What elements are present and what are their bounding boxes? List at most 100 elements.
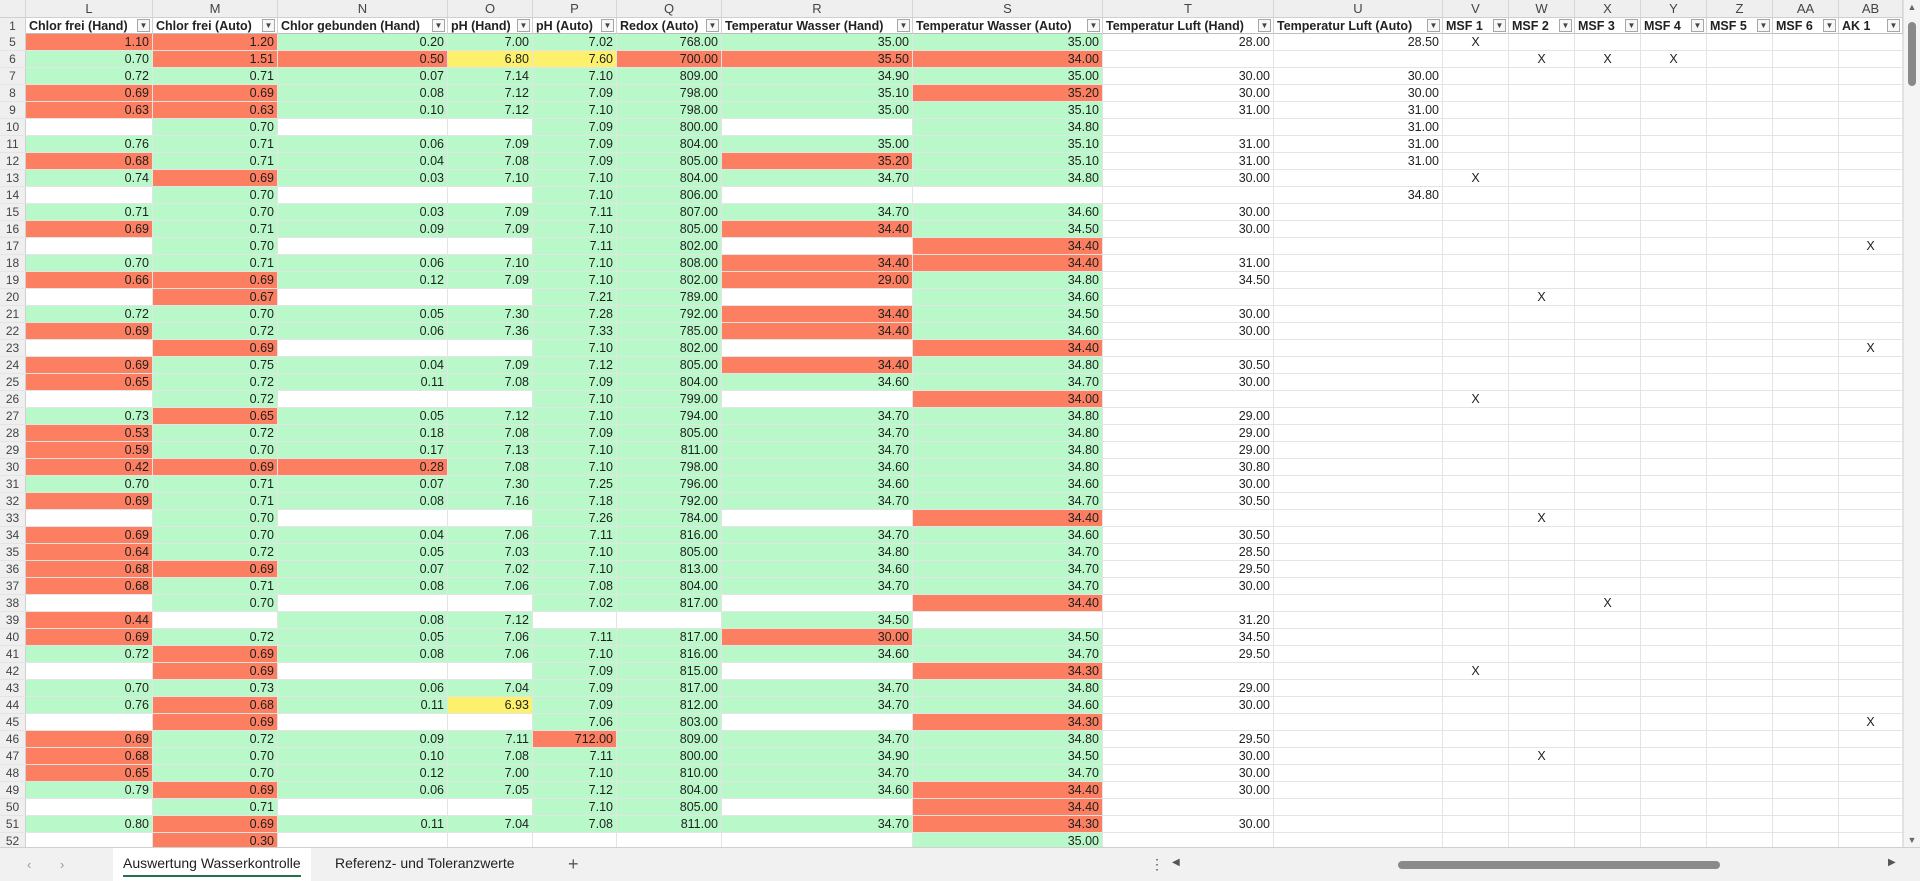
cell[interactable]: 6.93 <box>448 697 533 713</box>
cell[interactable] <box>1509 255 1575 271</box>
cell[interactable]: 805.00 <box>617 153 722 169</box>
cell[interactable] <box>1707 765 1773 781</box>
cell[interactable] <box>722 833 913 847</box>
cell[interactable] <box>1575 170 1641 186</box>
cell[interactable]: 0.08 <box>278 612 448 628</box>
cell[interactable]: 0.11 <box>278 697 448 713</box>
cell[interactable]: 0.69 <box>26 323 153 339</box>
cell[interactable]: 0.50 <box>278 51 448 67</box>
cell[interactable] <box>1773 425 1839 441</box>
cell[interactable] <box>1773 187 1839 203</box>
cell[interactable] <box>1773 442 1839 458</box>
cell[interactable]: 30.80 <box>1103 459 1274 475</box>
row-number[interactable]: 9 <box>0 102 26 118</box>
cell[interactable]: 0.08 <box>278 646 448 662</box>
cell[interactable] <box>1839 646 1903 662</box>
cell[interactable] <box>1443 612 1509 628</box>
filter-dropdown-icon[interactable]: ▼ <box>1691 19 1704 32</box>
cell[interactable] <box>1839 102 1903 118</box>
row-number[interactable]: 35 <box>0 544 26 560</box>
cell[interactable]: 0.70 <box>153 187 278 203</box>
cell[interactable] <box>1773 306 1839 322</box>
cell[interactable] <box>278 391 448 407</box>
cell[interactable] <box>1443 374 1509 390</box>
cell[interactable]: 7.10 <box>533 459 617 475</box>
cell[interactable] <box>1839 374 1903 390</box>
cell[interactable]: 0.69 <box>26 731 153 747</box>
cell[interactable]: 817.00 <box>617 629 722 645</box>
cell[interactable] <box>1707 187 1773 203</box>
cell[interactable]: 0.69 <box>153 646 278 662</box>
cell[interactable]: 0.63 <box>26 102 153 118</box>
cell[interactable]: 7.30 <box>448 476 533 492</box>
cell[interactable] <box>1509 663 1575 679</box>
cell[interactable]: 0.69 <box>153 663 278 679</box>
cell[interactable] <box>1641 374 1707 390</box>
column-letter[interactable]: R <box>722 0 913 17</box>
filter-dropdown-icon[interactable]: ▼ <box>432 19 445 32</box>
cell[interactable] <box>1575 697 1641 713</box>
cell[interactable]: 30.00 <box>1274 85 1443 101</box>
cell[interactable]: 792.00 <box>617 493 722 509</box>
cell[interactable]: 0.75 <box>153 357 278 373</box>
cell[interactable] <box>1575 391 1641 407</box>
cell[interactable]: 798.00 <box>617 85 722 101</box>
cell[interactable]: 800.00 <box>617 119 722 135</box>
cell[interactable] <box>1641 408 1707 424</box>
cell[interactable] <box>26 187 153 203</box>
cell[interactable] <box>1707 748 1773 764</box>
cell[interactable] <box>1707 510 1773 526</box>
cell[interactable]: 34.70 <box>722 493 913 509</box>
cell[interactable] <box>1707 799 1773 815</box>
cell[interactable] <box>1103 510 1274 526</box>
cell[interactable] <box>722 187 913 203</box>
cell[interactable]: 35.00 <box>913 34 1103 50</box>
cell[interactable]: 0.69 <box>153 272 278 288</box>
cell[interactable] <box>1707 153 1773 169</box>
cell[interactable] <box>1443 323 1509 339</box>
cell[interactable]: 34.70 <box>913 561 1103 577</box>
cell[interactable] <box>1509 68 1575 84</box>
cell[interactable] <box>1641 136 1707 152</box>
cell[interactable] <box>1773 527 1839 543</box>
cell[interactable] <box>1773 323 1839 339</box>
cell[interactable] <box>1509 765 1575 781</box>
cell[interactable]: 0.07 <box>278 561 448 577</box>
cell[interactable] <box>1575 833 1641 847</box>
cell[interactable]: 7.06 <box>448 629 533 645</box>
cell[interactable]: 34.70 <box>913 578 1103 594</box>
cell[interactable]: 7.10 <box>533 221 617 237</box>
cell[interactable]: 34.90 <box>722 68 913 84</box>
cell[interactable] <box>1839 442 1903 458</box>
cell[interactable]: 29.00 <box>1103 442 1274 458</box>
cell[interactable]: 34.50 <box>1103 272 1274 288</box>
cell[interactable] <box>1443 782 1509 798</box>
cell[interactable] <box>1575 306 1641 322</box>
cell[interactable] <box>1575 544 1641 560</box>
cell[interactable]: 0.72 <box>153 374 278 390</box>
cell[interactable] <box>1839 510 1903 526</box>
cell[interactable] <box>1839 629 1903 645</box>
cell[interactable]: 30.00 <box>1103 578 1274 594</box>
cell[interactable] <box>1443 680 1509 696</box>
cell[interactable]: 34.70 <box>722 204 913 220</box>
cell[interactable]: 7.10 <box>533 272 617 288</box>
cell[interactable]: 7.08 <box>448 459 533 475</box>
cell[interactable] <box>1509 493 1575 509</box>
row-number[interactable]: 46 <box>0 731 26 747</box>
cell[interactable]: 34.70 <box>722 731 913 747</box>
cell[interactable] <box>1707 238 1773 254</box>
cell[interactable] <box>1443 136 1509 152</box>
cell[interactable] <box>1773 272 1839 288</box>
cell[interactable]: 796.00 <box>617 476 722 492</box>
cell[interactable] <box>1839 408 1903 424</box>
column-letter[interactable]: Q <box>617 0 722 17</box>
cell[interactable] <box>1773 714 1839 730</box>
cell[interactable] <box>1575 578 1641 594</box>
cell[interactable]: 0.12 <box>278 272 448 288</box>
cell[interactable]: 0.08 <box>278 578 448 594</box>
cell[interactable]: 34.80 <box>913 119 1103 135</box>
cell[interactable]: 7.10 <box>533 187 617 203</box>
cell[interactable] <box>1641 680 1707 696</box>
cell[interactable] <box>1707 697 1773 713</box>
